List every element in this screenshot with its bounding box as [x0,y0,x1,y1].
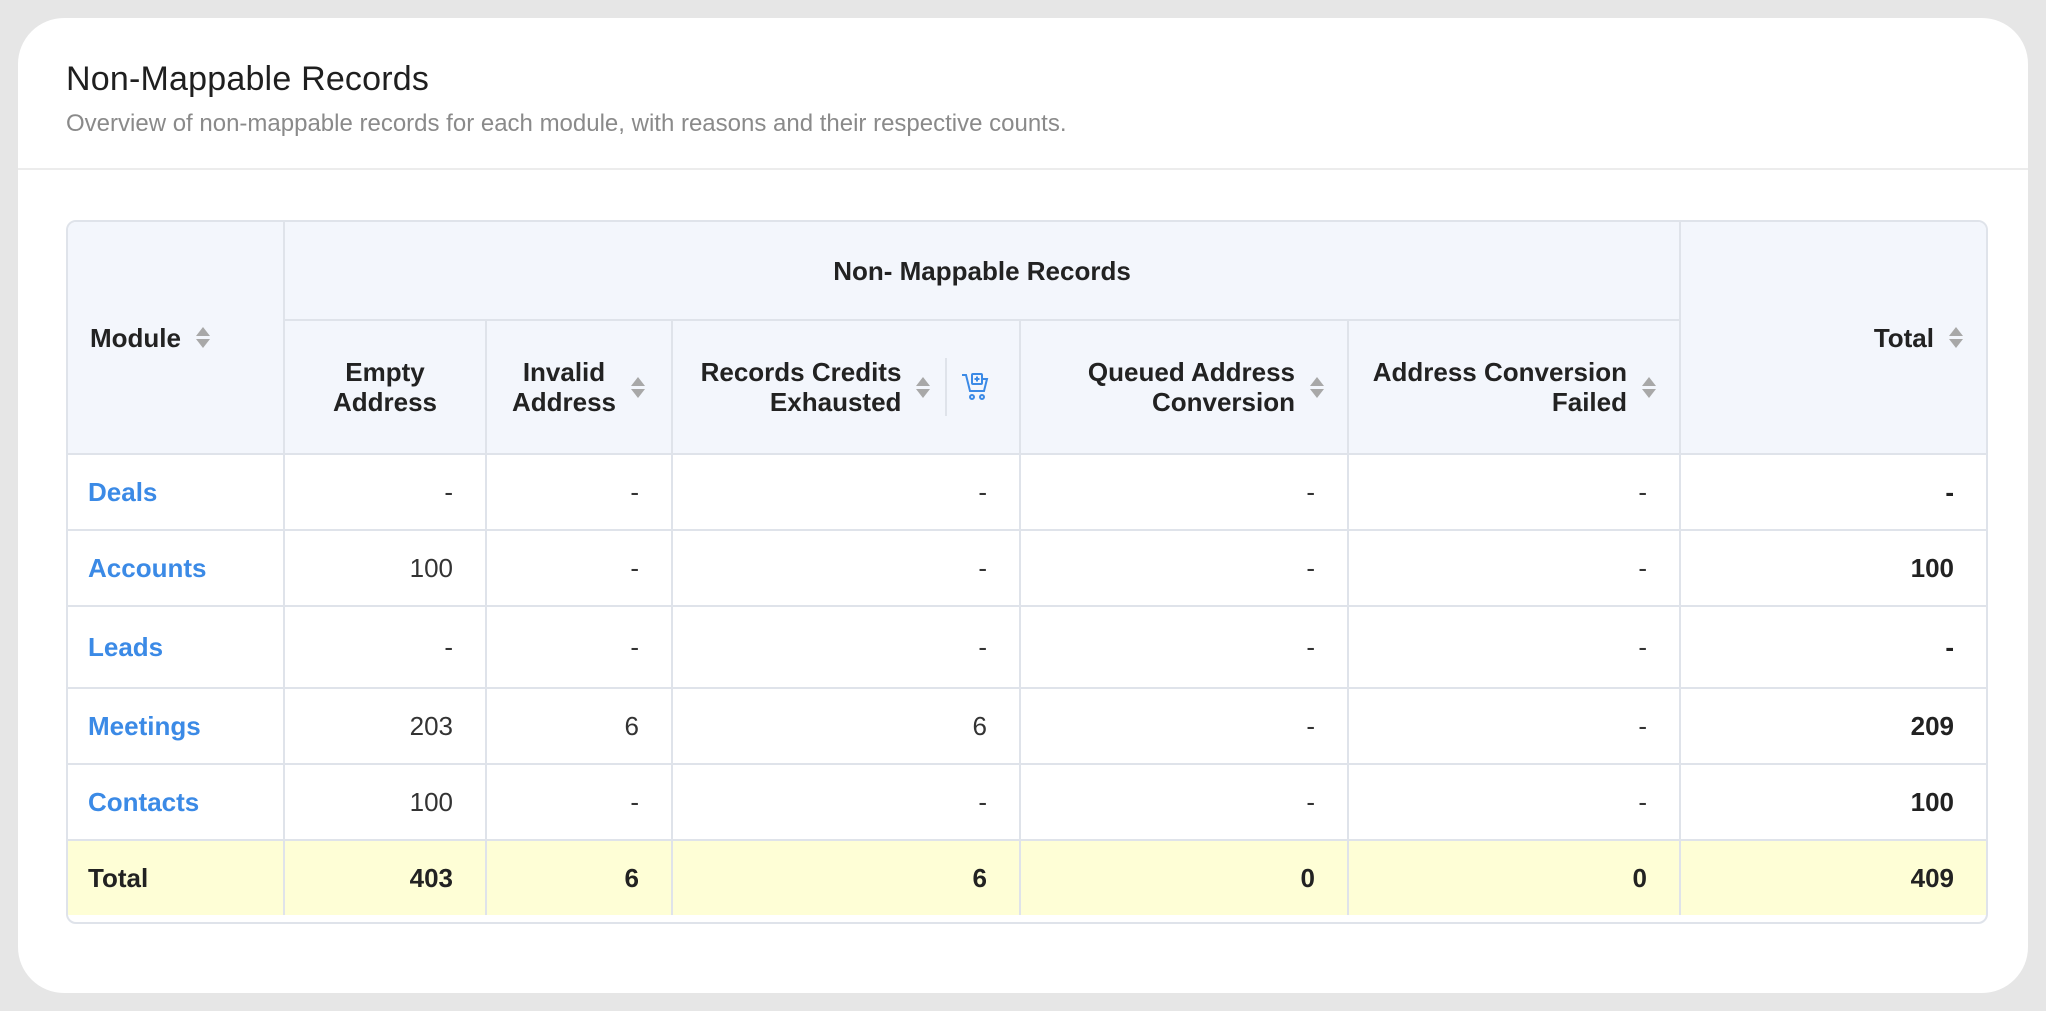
label-line: Conversion [1151,387,1295,417]
queued-conversion-cell: - [1019,763,1349,841]
table-row: Leads - - - - - - [68,605,1986,689]
column-header-module[interactable]: Module [68,222,285,455]
sort-icon[interactable] [1641,376,1657,398]
credits-exhausted-cell: - [671,763,1021,841]
page-subtitle: Overview of non-mappable records for eac… [66,110,1067,137]
totals-row: Total 403 6 6 0 0 409 [68,839,1986,915]
module-link[interactable]: Accounts [88,553,206,583]
sort-icon[interactable] [195,327,211,348]
label-line: Invalid [522,357,606,387]
credits-exhausted-cell: - [671,453,1021,531]
sort-icon[interactable] [630,376,646,398]
table-row: Accounts 100 - - - - 100 [68,529,1986,607]
conversion-failed-cell: - [1347,687,1681,765]
conversion-failed-cell: - [1347,605,1681,689]
module-cell[interactable]: Meetings [68,687,285,765]
invalid-address-cell: - [485,529,673,607]
conversion-failed-cell: - [1347,763,1681,841]
label-line: Exhausted [769,387,902,417]
label-line: Address [511,387,617,417]
queued-conversion-cell: - [1019,687,1349,765]
empty-address-cell: - [283,453,487,531]
header-divider [945,358,948,416]
credits-exhausted-cell: 6 [671,687,1021,765]
column-header-label: Module [90,322,181,353]
module-link[interactable]: Meetings [88,711,201,741]
records-table: Module Non- Mappable Records Total Empty… [68,222,1986,915]
column-header-label: Invalid Address [512,357,616,417]
module-link[interactable]: Contacts [88,787,199,817]
non-mappable-records-card: Non-Mappable Records Overview of non-map… [18,18,2028,993]
column-header-label: Queued Address Conversion [1088,357,1295,417]
queued-conversion-cell: - [1019,453,1349,531]
row-total-cell: 100 [1679,529,1986,607]
label-line: Address [332,387,438,417]
total-empty-address: 403 [283,839,487,915]
module-link[interactable]: Leads [88,632,163,662]
sort-icon[interactable] [1309,376,1325,398]
column-header-queued-address-conversion[interactable]: Queued Address Conversion [1019,319,1349,455]
column-header-label: Total [1873,322,1934,353]
column-header-records-credits-exhausted[interactable]: Records Credits Exhausted [671,319,1021,455]
totals-label: Total [68,839,285,915]
module-cell[interactable]: Deals [68,453,285,531]
sort-icon[interactable] [1948,327,1964,348]
module-cell[interactable]: Accounts [68,529,285,607]
table-row: Contacts 100 - - - - 100 [68,763,1986,841]
row-total-cell: - [1679,453,1986,531]
row-total-cell: - [1679,605,1986,689]
table-row: Meetings 203 6 6 - - 209 [68,687,1986,765]
module-cell[interactable]: Contacts [68,763,285,841]
table-row: Deals - - - - - - [68,453,1986,531]
total-credits-exhausted: 6 [671,839,1021,915]
group-header-non-mappable: Non- Mappable Records [283,222,1681,321]
queued-conversion-cell: - [1019,529,1349,607]
column-header-invalid-address[interactable]: Invalid Address [485,319,673,455]
invalid-address-cell: - [485,453,673,531]
queued-conversion-cell: - [1019,605,1349,689]
empty-address-cell: 100 [283,763,487,841]
row-total-cell: 209 [1679,687,1986,765]
module-cell[interactable]: Leads [68,605,285,689]
records-table-container: Module Non- Mappable Records Total Empty… [66,220,1988,924]
empty-address-cell: 100 [283,529,487,607]
conversion-failed-cell: - [1347,529,1681,607]
label-line: Records Credits [700,357,902,387]
column-header-total[interactable]: Total [1679,222,1986,455]
page-title: Non-Mappable Records [66,60,430,98]
row-total-cell: 100 [1679,763,1986,841]
empty-address-cell: 203 [283,687,487,765]
label-line: Failed [1551,387,1627,417]
column-header-address-conversion-failed[interactable]: Address Conversion Failed [1347,319,1680,455]
total-queued-conversion: 0 [1019,839,1349,915]
invalid-address-cell: - [485,763,673,841]
group-header-label: Non- Mappable Records [833,255,1131,286]
column-header-label: Empty Address [333,357,437,417]
empty-address-cell: - [283,605,487,689]
module-link[interactable]: Deals [88,477,157,507]
label-line: Address Conversion [1372,357,1627,387]
column-header-label: Address Conversion Failed [1373,357,1627,417]
add-to-cart-icon[interactable] [961,371,991,403]
card-header: Non-Mappable Records Overview of non-map… [18,18,2028,170]
invalid-address-cell: - [485,605,673,689]
column-header-empty-address: Empty Address [284,319,487,455]
total-invalid-address: 6 [485,839,673,915]
conversion-failed-cell: - [1347,453,1681,531]
label-line: Empty [345,357,425,387]
label-line: Queued Address [1087,357,1295,387]
sort-icon[interactable] [915,376,931,398]
invalid-address-cell: 6 [485,687,673,765]
column-header-label: Records Credits Exhausted [701,357,902,417]
credits-exhausted-cell: - [671,529,1021,607]
grand-total: 409 [1679,839,1986,915]
credits-exhausted-cell: - [671,605,1021,689]
total-conversion-failed: 0 [1347,839,1681,915]
